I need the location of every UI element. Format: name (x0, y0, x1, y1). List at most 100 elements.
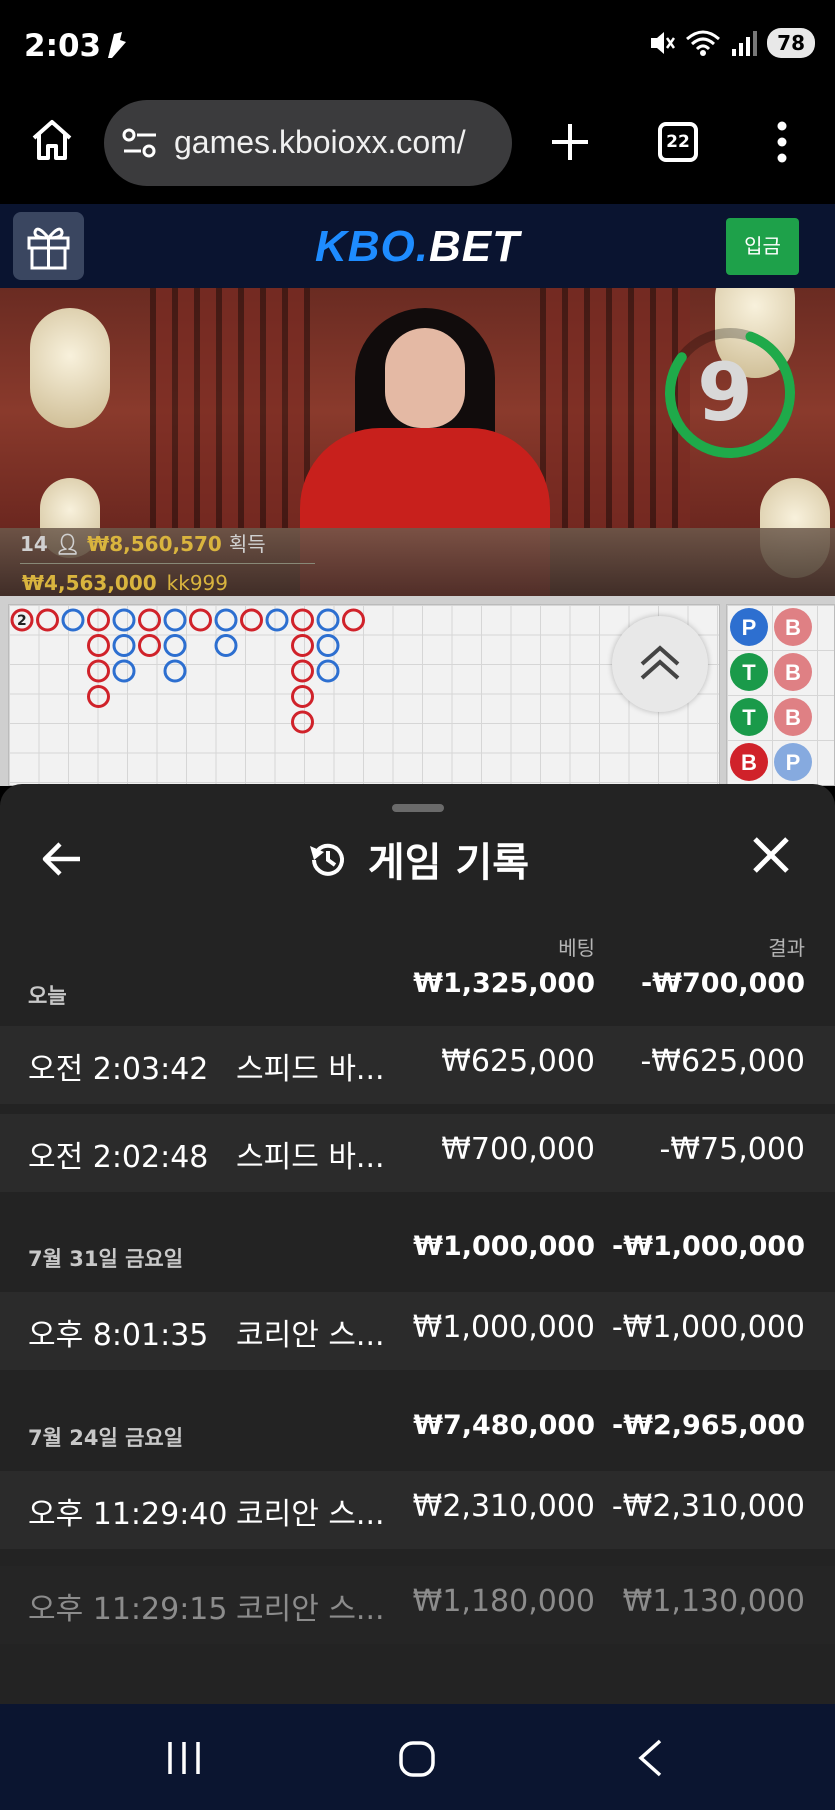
logo-bet: BET (429, 222, 520, 271)
big-road-mark (87, 634, 110, 657)
group-date: 오늘 (28, 984, 67, 1008)
deposit-button[interactable]: 입금 (726, 218, 799, 275)
big-road-mark (214, 634, 238, 657)
big-road-mark (138, 634, 161, 657)
row-result: ₩1,130,000 (622, 1584, 805, 1619)
row-result: -₩625,000 (640, 1044, 805, 1079)
group-date: 7월 24일 금요일 (28, 1426, 184, 1450)
big-road-mark (291, 685, 314, 708)
group-header: 7월 31일 금요일 ₩1,000,000 -₩1,000,000 (0, 1221, 835, 1285)
history-row[interactable]: 오전 2:03:42 스피드 바... ₩625,000 -₩625,000 (0, 1026, 835, 1104)
row-time: 오후 8:01:35 (28, 1318, 209, 1353)
new-tab-icon[interactable] (548, 120, 592, 164)
row-result: -₩2,310,000 (611, 1489, 805, 1524)
column-header-result: 결과 (768, 936, 805, 960)
big-road-mark (291, 710, 314, 734)
url-text: games.kboioxx.com/ (174, 124, 466, 160)
browser-toolbar: games.kboioxx.com/ 22 (0, 96, 835, 204)
bead-label: B (785, 705, 801, 730)
site-logo[interactable]: KBO.BET (0, 222, 835, 272)
bead-label: B (741, 750, 757, 775)
site-settings-icon[interactable] (122, 127, 158, 159)
bead-label: B (785, 660, 801, 685)
big-road-badge: 2 (17, 613, 27, 629)
group-header: 7월 24일 금요일 ₩7,480,000 -₩2,965,000 (0, 1400, 835, 1464)
row-bet: ₩700,000 (441, 1132, 595, 1167)
row-bet: ₩1,000,000 (412, 1310, 595, 1345)
big-road-mark (291, 608, 314, 632)
status-time: 2:03 (24, 28, 102, 64)
big-road-mark (189, 608, 212, 632)
history-row[interactable]: 오후 11:29:40 코리안 스... ₩2,310,000 -₩2,310,… (0, 1471, 835, 1549)
big-road-mark (316, 634, 340, 657)
big-road-mark (265, 608, 289, 632)
bead-label: B (785, 615, 801, 640)
site-header: KBO.BET 입금 (0, 204, 835, 288)
top-bet-user: kk999 (166, 571, 229, 595)
big-road-mark (240, 608, 263, 632)
row-bet: ₩2,310,000 (412, 1489, 595, 1524)
group-date: 7월 31일 금요일 (28, 1247, 184, 1271)
row-time: 오후 11:29:40 (28, 1497, 228, 1532)
big-road-mark (291, 659, 314, 683)
player-count: 14 (20, 532, 48, 556)
notification-icon (108, 32, 126, 58)
address-bar[interactable]: games.kboioxx.com/ (104, 100, 512, 186)
bead-road-marks: P BT BT BB P (730, 608, 812, 781)
group-bet-total: ₩7,480,000 (413, 1410, 595, 1441)
collapse-button[interactable] (612, 616, 708, 712)
battery-indicator: 78 (767, 28, 815, 58)
home-icon[interactable] (30, 118, 74, 162)
status-icons: 78 (649, 28, 815, 58)
history-row[interactable]: 오전 2:02:48 스피드 바... ₩700,000 -₩75,000 (0, 1114, 835, 1192)
more-menu-icon[interactable] (772, 118, 792, 166)
signal-icon (732, 31, 758, 56)
recents-icon[interactable] (164, 1740, 204, 1776)
row-bet: ₩625,000 (441, 1044, 595, 1079)
row-time: 오전 2:03:42 (28, 1052, 209, 1087)
big-road-mark (291, 634, 314, 657)
big-road-mark (342, 608, 365, 632)
game-history-sheet: 게임 기록 베팅 결과 오늘 ₩1,325,000 -₩700,000 오전 2… (0, 784, 835, 1704)
row-time: 오후 11:29:15 (28, 1592, 228, 1627)
row-time: 오전 2:02:48 (28, 1140, 209, 1175)
big-road-mark (112, 634, 136, 657)
bead-label: T (742, 705, 756, 730)
back-icon[interactable] (636, 1738, 664, 1778)
group-result-total: -₩700,000 (641, 968, 805, 999)
bead-label: P (742, 615, 757, 640)
history-row[interactable]: 오후 8:01:35 코리안 스... ₩1,000,000 -₩1,000,0… (0, 1292, 835, 1370)
row-result: -₩75,000 (659, 1132, 805, 1167)
big-road-mark (61, 608, 85, 632)
row-game: 스피드 바... (236, 1052, 385, 1087)
row-game: 코리안 스... (236, 1592, 385, 1627)
win-suffix: 획득 (228, 532, 266, 556)
history-icon (309, 843, 344, 876)
decor-panel (150, 288, 310, 528)
big-road-mark (112, 659, 136, 683)
person-icon: 👤︎ (54, 532, 81, 556)
big-road-mark (163, 608, 187, 632)
dealer-face (385, 328, 465, 428)
row-result: -₩1,000,000 (611, 1310, 805, 1345)
live-video[interactable]: 9 14 👤︎ ₩8,560,570 획득 ₩4,563,000 kk999 (0, 288, 835, 596)
big-road-mark (316, 659, 340, 683)
close-icon[interactable] (750, 834, 792, 876)
chevron-up-double-icon (640, 645, 680, 680)
big-road-mark (87, 685, 110, 708)
row-bet: ₩1,180,000 (412, 1584, 595, 1619)
home-icon[interactable] (398, 1740, 436, 1778)
bead-label: T (742, 660, 756, 685)
win-amount: ₩8,560,570 (87, 532, 222, 556)
row-game: 스피드 바... (236, 1140, 385, 1175)
sheet-title-text: 게임 기록 (367, 840, 530, 886)
group-bet-total: ₩1,325,000 (413, 968, 595, 999)
drag-handle[interactable] (392, 804, 444, 812)
top-bet-info: ₩4,563,000 kk999 (22, 571, 228, 595)
group-result-total: -₩2,965,000 (611, 1410, 805, 1441)
history-row[interactable]: 오후 11:29:15 코리안 스... ₩1,180,000 ₩1,130,0… (0, 1566, 835, 1644)
roadmap-panel: 2 PBTBTBBP (0, 596, 835, 786)
bead-road[interactable]: PBTBTBBP (726, 604, 835, 786)
tab-switcher-button[interactable]: 22 (658, 122, 698, 162)
big-road-mark (163, 634, 187, 657)
